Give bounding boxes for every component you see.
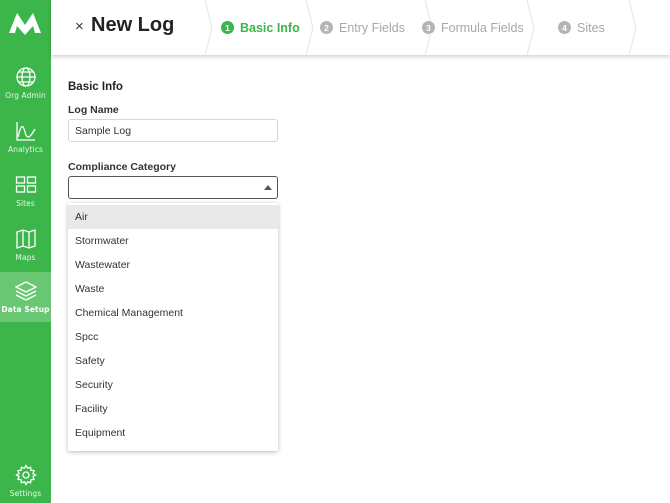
sidebar: Org Admin Analytics Sites Maps Data Setu… [0,0,51,503]
step-sites[interactable]: 4 Sites [558,0,605,55]
sidebar-item-label: Data Setup [1,305,50,314]
step-formula-fields[interactable]: 3 Formula Fields [422,0,524,55]
step-label: Formula Fields [441,20,524,35]
close-icon[interactable]: × [75,18,84,35]
sidebar-item-label: Org Admin [5,91,46,100]
step-number: 1 [221,21,234,34]
section-title: Basic Info [68,81,123,93]
dropdown-option[interactable]: Spcc [68,325,278,349]
sidebar-item-data-setup[interactable]: Data Setup [0,272,51,322]
dropdown-option[interactable]: Air [68,205,278,229]
caret-up-icon [264,185,272,190]
dropdown-option[interactable]: Security [68,373,278,397]
step-number: 4 [558,21,571,34]
sidebar-item-label: Analytics [8,145,43,154]
compliance-category-select[interactable] [68,176,278,199]
step-label: Basic Info [240,20,300,35]
step-number: 3 [422,21,435,34]
dropdown-option[interactable]: Equipment [68,421,278,445]
stepper: 1 Basic Info 2 Entry Fields 3 Formula Fi… [205,0,670,55]
layers-icon [14,281,37,301]
compliance-category-dropdown: Air Stormwater Wastewater Waste Chemical… [68,203,278,451]
globe-icon [15,67,36,87]
step-entry-fields[interactable]: 2 Entry Fields [320,0,405,55]
sidebar-item-maps[interactable]: Maps [0,220,51,270]
compliance-category-label: Compliance Category [68,161,176,173]
dropdown-option[interactable]: Safety [68,349,278,373]
step-separator [527,0,535,55]
page-title: New Log [91,14,175,36]
dropdown-option[interactable]: Chemical Management [68,301,278,325]
log-name-input[interactable] [68,119,278,142]
step-number: 2 [320,21,333,34]
sidebar-item-sites[interactable]: Sites [0,166,51,216]
map-icon [15,229,36,249]
chart-line-icon [15,122,36,141]
grid-icon [15,176,36,193]
step-basic-info[interactable]: 1 Basic Info [221,0,300,55]
sidebar-item-label: Settings [9,489,42,498]
log-name-label: Log Name [68,104,119,116]
gear-icon [14,464,37,486]
header: × New Log 1 Basic Info 2 Entry Fields 3 … [51,0,670,55]
step-label: Entry Fields [339,20,405,35]
sidebar-item-label: Sites [16,199,35,208]
sidebar-item-label: Maps [15,253,36,262]
dropdown-option[interactable]: Facility [68,397,278,421]
step-separator [205,0,213,55]
app-logo[interactable] [8,9,42,35]
step-separator [306,0,314,55]
dropdown-option[interactable]: Waste [68,277,278,301]
sidebar-item-org-admin[interactable]: Org Admin [0,58,51,108]
sidebar-item-settings[interactable]: Settings [0,456,51,503]
step-separator [629,0,637,55]
sidebar-item-analytics[interactable]: Analytics [0,112,51,162]
dropdown-option[interactable]: Wastewater [68,253,278,277]
step-label: Sites [577,20,605,35]
dropdown-option[interactable]: Stormwater [68,229,278,253]
